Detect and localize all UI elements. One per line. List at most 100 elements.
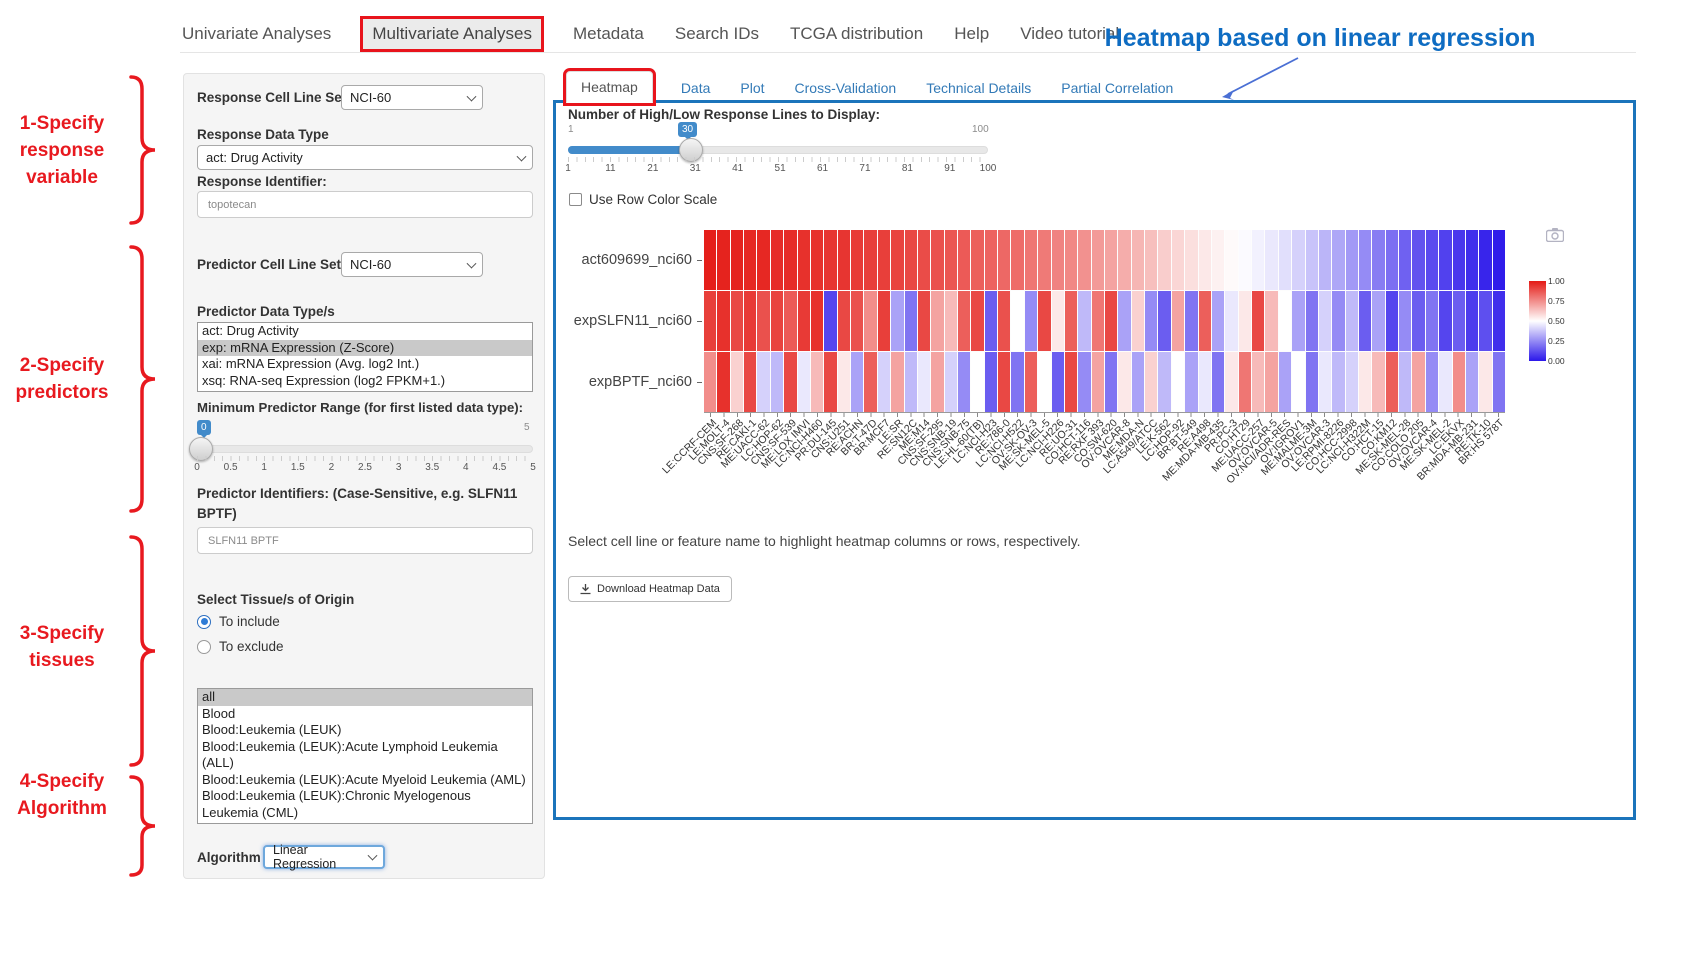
heatmap-cell[interactable] [1105,230,1117,290]
heatmap-cell[interactable] [958,230,970,290]
heatmap-cell[interactable] [905,291,917,351]
heatmap-cell[interactable] [1225,291,1237,351]
heatmap-cell[interactable] [1493,230,1505,290]
heatmap-cell[interactable] [1092,352,1104,412]
heatmap-cell[interactable] [771,230,783,290]
heatmap-cell[interactable] [1319,230,1331,290]
heatmap-cell[interactable] [1372,291,1384,351]
heatmap-cell[interactable] [1199,352,1211,412]
heatmap-cell[interactable] [998,230,1010,290]
heatmap-cell[interactable] [1439,291,1451,351]
nav-item-multivariate-analyses[interactable]: Multivariate Analyses [360,16,544,52]
heatmap-cell[interactable] [1132,230,1144,290]
heatmap-cell[interactable] [1265,230,1277,290]
heatmap-cell[interactable] [878,291,890,351]
heatmap-cell[interactable] [1158,291,1170,351]
heatmap-cell[interactable] [784,291,796,351]
heatmap-cell[interactable] [1319,291,1331,351]
predictor-data-types-listbox[interactable]: act: Drug Activityexp: mRNA Expression (… [197,322,533,392]
heatmap-cell[interactable] [864,291,876,351]
heatmap-cell[interactable] [1145,291,1157,351]
heatmap-cell[interactable] [1212,291,1224,351]
heatmap-cell[interactable] [811,291,823,351]
heatmap-cell[interactable] [1466,291,1478,351]
heatmap-cell[interactable] [1199,291,1211,351]
heatmap-cell[interactable] [1279,352,1291,412]
heatmap-cell[interactable] [918,291,930,351]
heatmap-cell[interactable] [1453,230,1465,290]
heatmap-row-label[interactable]: act609699_nci60 [540,252,692,268]
heatmap-cell[interactable] [1279,230,1291,290]
heatmap-cell[interactable] [1426,230,1438,290]
heatmap-cell[interactable] [757,230,769,290]
nav-item-tcga-distribution[interactable]: TCGA distribution [788,19,925,49]
heatmap-cell[interactable] [971,230,983,290]
heatmap-cell[interactable] [931,291,943,351]
heatmap-cell[interactable] [717,352,729,412]
heatmap-cell[interactable] [1412,230,1424,290]
heatmap-cell[interactable] [891,291,903,351]
heatmap-cell[interactable] [704,291,716,351]
tissue-option[interactable]: all [198,689,532,706]
predictor-data-type-option[interactable]: act: Drug Activity [198,323,532,340]
heatmap-cell[interactable] [1292,291,1304,351]
heatmap-cell[interactable] [1065,352,1077,412]
heatmap-cell[interactable] [1145,352,1157,412]
heatmap-cell[interactable] [1158,230,1170,290]
heatmap-cell[interactable] [945,352,957,412]
heatmap-cell[interactable] [838,352,850,412]
heatmap-cell[interactable] [998,291,1010,351]
heatmap-cell[interactable] [1052,230,1064,290]
heatmap-cell[interactable] [1199,230,1211,290]
heatmap-cell[interactable] [704,352,716,412]
predictor-data-type-option[interactable]: exp: mRNA Expression (Z-Score) [198,340,532,357]
heatmap-cell[interactable] [851,291,863,351]
heatmap-cell[interactable] [1225,352,1237,412]
heatmap-cell[interactable] [958,352,970,412]
heatmap-cell[interactable] [1292,352,1304,412]
heatmap-cell[interactable] [744,230,756,290]
heatmap-cell[interactable] [798,352,810,412]
heatmap-row-label[interactable]: expBPTF_nci60 [540,374,692,390]
heatmap-cell[interactable] [1158,352,1170,412]
nav-item-univariate-analyses[interactable]: Univariate Analyses [180,19,333,49]
heatmap-cell[interactable] [1466,230,1478,290]
heatmap-cell[interactable] [1265,291,1277,351]
heatmap-cell[interactable] [971,291,983,351]
algorithm-select[interactable]: Linear Regression [263,845,385,869]
heatmap-cell[interactable] [891,230,903,290]
heatmap-cell[interactable] [1252,230,1264,290]
heatmap-cell[interactable] [1332,352,1344,412]
heatmap-cell[interactable] [1386,230,1398,290]
heatmap-cell[interactable] [1132,352,1144,412]
heatmap-cell[interactable] [1145,230,1157,290]
heatmap-cell[interactable] [744,352,756,412]
tab-plot[interactable]: Plot [738,73,766,103]
tab-technical-details[interactable]: Technical Details [924,73,1033,103]
heatmap-cell[interactable] [1118,230,1130,290]
heatmap-cell[interactable] [1279,291,1291,351]
heatmap-cell[interactable] [1399,352,1411,412]
heatmap-cell[interactable] [1172,230,1184,290]
heatmap-cell[interactable] [1306,230,1318,290]
heatmap-cell[interactable] [1052,291,1064,351]
heatmap-cell[interactable] [811,352,823,412]
heatmap-cell[interactable] [998,352,1010,412]
heatmap-cell[interactable] [1038,352,1050,412]
heatmap-cell[interactable] [1292,230,1304,290]
heatmap-cell[interactable] [1453,291,1465,351]
heatmap-cell[interactable] [824,352,836,412]
heatmap-cell[interactable] [771,352,783,412]
heatmap-cell[interactable] [1172,352,1184,412]
predictor-identifiers-input[interactable]: SLFN11 BPTF [197,527,533,554]
tissue-option[interactable]: Blood:Leukemia (LEUK) [198,722,532,739]
heatmap-cell[interactable] [1346,352,1358,412]
nav-item-help[interactable]: Help [952,19,991,49]
tab-heatmap[interactable]: Heatmap [566,71,653,103]
tab-partial-correlation[interactable]: Partial Correlation [1059,73,1175,103]
heatmap-cell[interactable] [1399,230,1411,290]
heatmap-cell[interactable] [1439,352,1451,412]
heatmap-cell[interactable] [985,291,997,351]
min-predictor-range-slider[interactable] [197,445,533,453]
heatmap-cell[interactable] [945,230,957,290]
